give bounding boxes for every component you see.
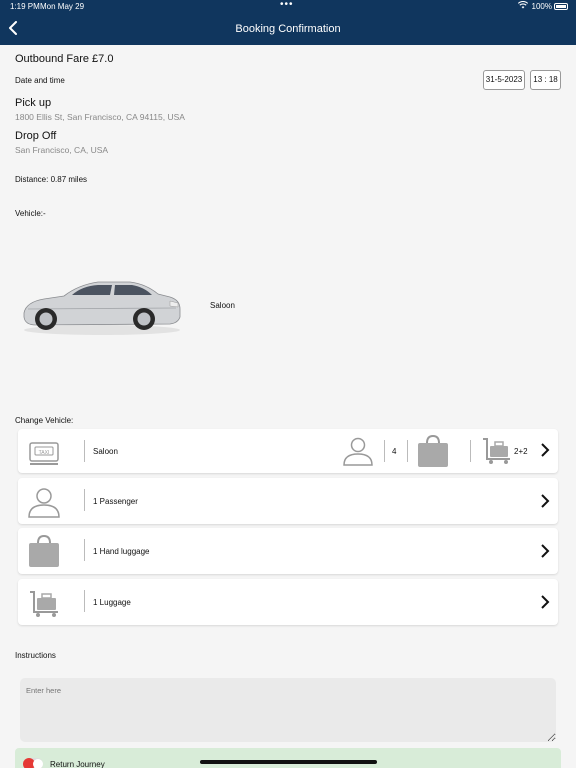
- vehicle-row-label: Saloon: [93, 447, 118, 456]
- divider: [470, 440, 471, 462]
- taxi-icon: TAXI: [24, 435, 64, 470]
- luggage-trolley-icon: [482, 437, 512, 465]
- chevron-right-icon: [540, 595, 550, 609]
- svg-text:TAXI: TAXI: [39, 450, 50, 456]
- car-image: [20, 275, 182, 337]
- luggage-trolley-icon: [24, 585, 64, 620]
- multitasking-dots-icon[interactable]: •••: [280, 0, 294, 10]
- handbag-icon: [24, 534, 64, 569]
- chevron-right-icon: [540, 443, 550, 457]
- divider: [84, 590, 85, 612]
- wifi-icon: [517, 1, 529, 11]
- page-title: Booking Confirmation: [235, 23, 341, 35]
- dropoff-title: Drop Off: [15, 130, 57, 142]
- passenger-select-row[interactable]: 1 Passenger: [18, 478, 558, 524]
- return-journey-label: Return Journey: [50, 760, 105, 768]
- home-indicator[interactable]: [200, 760, 377, 764]
- divider: [84, 489, 85, 511]
- time-field[interactable]: 13 : 18: [530, 70, 561, 90]
- luggage-count: 1 Luggage: [93, 598, 131, 607]
- date-field[interactable]: 31-5-2023: [483, 70, 525, 90]
- pickup-title: Pick up: [15, 97, 52, 109]
- outbound-fare: Outbound Fare £7.0: [15, 53, 114, 65]
- change-vehicle-label: Change Vehicle:: [15, 416, 74, 425]
- divider: [84, 539, 85, 561]
- divider: [84, 440, 85, 462]
- passenger-icon: [24, 484, 64, 519]
- instructions-input[interactable]: [20, 678, 556, 742]
- status-bar: 1:19 PM Mon May 29 ••• 100%: [0, 0, 576, 14]
- divider: [407, 440, 408, 462]
- passenger-icon: [341, 435, 375, 467]
- distance-label: Distance: 0.87 miles: [15, 175, 88, 184]
- return-journey-toggle[interactable]: [23, 758, 43, 768]
- date-time-label: Date and time: [15, 76, 65, 85]
- chevron-right-icon: [540, 494, 550, 508]
- luggage-capacity: 2+2: [514, 447, 528, 456]
- dropoff-address: San Francisco, CA, USA: [15, 145, 109, 155]
- return-journey-bar: Return Journey: [15, 748, 561, 768]
- vehicle-name: Saloon: [210, 301, 235, 310]
- hand-luggage-count: 1 Hand luggage: [93, 547, 150, 556]
- hand-luggage-select-row[interactable]: 1 Hand luggage: [18, 528, 558, 574]
- chevron-right-icon: [540, 544, 550, 558]
- battery-icon: [554, 3, 568, 10]
- pickup-address: 1800 Ellis St, San Francisco, CA 94115, …: [15, 112, 185, 122]
- passenger-capacity: 4: [392, 447, 397, 456]
- instructions-label: Instructions: [15, 651, 56, 660]
- vehicle-label: Vehicle:-: [15, 209, 46, 218]
- navigation-bar: 1:19 PM Mon May 29 ••• 100% Booking Conf…: [0, 0, 576, 45]
- handbag-icon: [415, 433, 451, 469]
- vehicle-select-row[interactable]: TAXI Saloon 4 2+2: [18, 429, 558, 473]
- luggage-select-row[interactable]: 1 Luggage: [18, 579, 558, 625]
- status-time: 1:19 PM: [10, 2, 40, 11]
- status-date: Mon May 29: [40, 2, 85, 11]
- divider: [384, 440, 385, 462]
- passenger-count: 1 Passenger: [93, 497, 138, 506]
- battery-percentage: 100%: [531, 2, 552, 11]
